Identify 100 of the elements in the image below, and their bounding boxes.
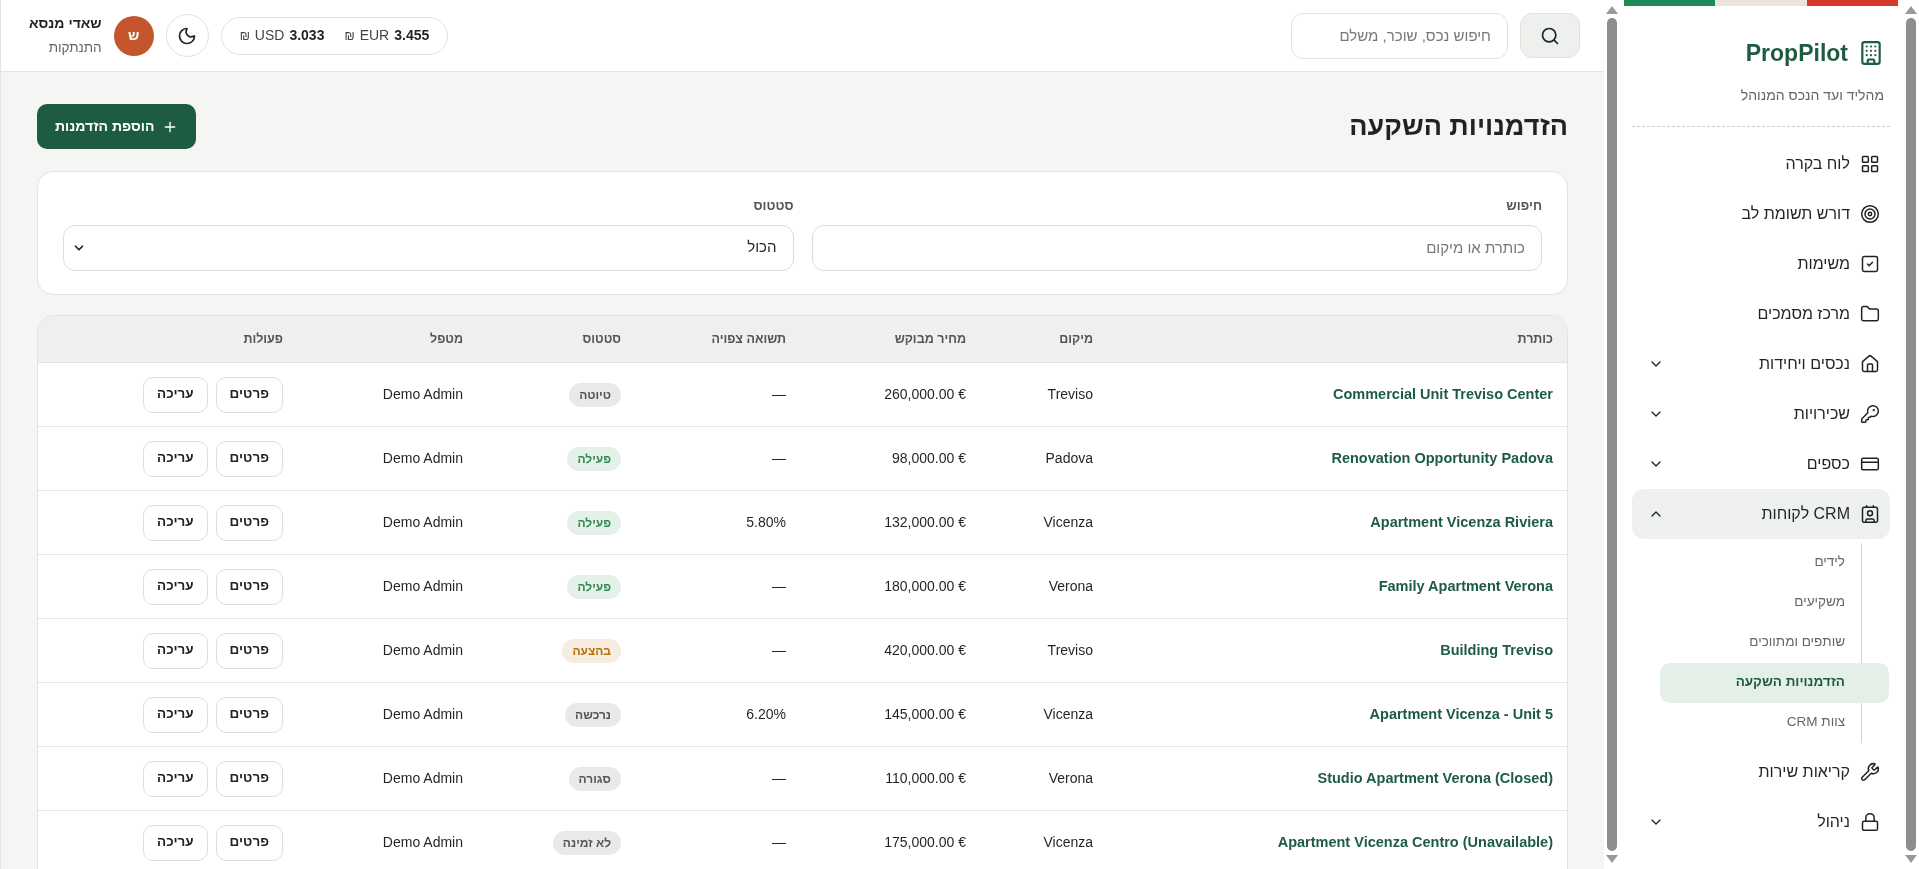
opportunity-link[interactable]: Family Apartment Verona	[1378, 577, 1553, 594]
status-select[interactable]: הכול	[63, 224, 794, 271]
edit-button[interactable]: עריכה	[143, 504, 208, 541]
table-cell: —	[772, 642, 786, 658]
nav-item[interactable]: מרכז מסמכים	[1632, 288, 1890, 339]
status-badge: טיוטה	[569, 382, 621, 407]
nav-item[interactable]: לוח בקרה	[1632, 138, 1890, 189]
nav-item[interactable]: ניהול	[1632, 796, 1890, 847]
edit-button[interactable]: עריכה	[143, 632, 208, 669]
edit-button[interactable]: עריכה	[143, 696, 208, 733]
column-header: מחיר מבוקש	[894, 332, 966, 347]
details-button[interactable]: פרטים	[215, 376, 283, 413]
opportunity-link[interactable]: Commercial Unit Treviso Center	[1333, 385, 1553, 402]
currency-code: USD	[254, 26, 285, 45]
details-button[interactable]: פרטים	[215, 760, 283, 797]
nav-item[interactable]: נכסים ויחידות	[1632, 338, 1890, 389]
field-label: חיפוש	[1505, 197, 1542, 215]
house-icon	[1860, 353, 1880, 374]
opportunity-link[interactable]: Apartment Vicenza - Unit 5	[1369, 705, 1553, 722]
filter-search-field[interactable]: כותרת או מיקום	[811, 224, 1542, 271]
status-badge: סגורה	[568, 766, 621, 791]
table-cell: Padova	[1045, 450, 1093, 466]
table-cell: 98,000.00 €	[892, 450, 966, 466]
opportunity-link[interactable]: Building Treviso	[1440, 641, 1553, 658]
lock-icon	[1860, 811, 1880, 832]
search-field[interactable]: חיפוש נכס, שוכר, משלם	[1291, 12, 1508, 59]
search-icon	[1540, 25, 1560, 46]
details-button[interactable]: פרטים	[215, 440, 283, 477]
table-cell: Demo Admin	[382, 834, 463, 850]
status-badge: לא זמינה	[552, 830, 621, 855]
table-cell: —	[772, 834, 786, 850]
table-cell: 420,000.00 €	[884, 642, 966, 658]
table-cell: Demo Admin	[382, 514, 463, 530]
nav-subitem[interactable]: צוות CRM	[1660, 702, 1889, 743]
user-name: שאדי מנסא	[29, 13, 102, 33]
nav-item[interactable]: דורש תשומת לב	[1632, 188, 1890, 239]
details-button[interactable]: פרטים	[215, 824, 283, 861]
table-cell: 132,000.00 €	[884, 514, 966, 530]
details-button[interactable]: פרטים	[215, 696, 283, 733]
currency-symbol: ₪	[239, 27, 250, 45]
table-cell: —	[772, 770, 786, 786]
table-cell: Vicenza	[1043, 706, 1093, 722]
table-cell: —	[772, 386, 786, 402]
key-icon	[1860, 403, 1880, 424]
table-cell: Vicenza	[1043, 834, 1093, 850]
table-cell: —	[772, 450, 786, 466]
nav-subitem[interactable]: שותפים ומתווכים	[1660, 622, 1889, 663]
rate-value: 3.033	[289, 26, 325, 45]
nav-item[interactable]: כספים	[1632, 438, 1890, 489]
details-button[interactable]: פרטים	[215, 504, 283, 541]
checkbox-icon	[1860, 253, 1880, 274]
table-cell: 260,000.00 €	[884, 386, 966, 402]
nav-item[interactable]: CRM לקוחות	[1632, 488, 1890, 539]
opportunity-link[interactable]: Renovation Opportunity Padova	[1331, 449, 1553, 466]
opportunity-link[interactable]: Apartment Vicenza Riviera	[1370, 513, 1553, 530]
column-header: פעולות	[243, 332, 283, 347]
nav-item[interactable]: קריאות שירות	[1632, 746, 1890, 797]
nav-subitem[interactable]: הזדמנויות השקעה	[1660, 662, 1889, 703]
column-header: סטטוס	[582, 332, 621, 347]
table-cell: Verona	[1048, 770, 1093, 786]
edit-button[interactable]: עריכה	[143, 824, 208, 861]
table-cell: 180,000.00 €	[884, 578, 966, 594]
nav-subitem[interactable]: משקיעים	[1660, 582, 1889, 623]
page-title: הזדמנויות השקעה	[1349, 110, 1568, 144]
field-label: סטטוס	[752, 197, 794, 215]
folder-icon	[1860, 303, 1880, 324]
table-cell: Demo Admin	[382, 770, 463, 786]
building-icon	[1858, 40, 1884, 67]
contact-card-icon	[1860, 503, 1880, 524]
details-button[interactable]: פרטים	[215, 568, 283, 605]
logout-link[interactable]: התנתקות	[48, 37, 102, 59]
edit-button[interactable]: עריכה	[143, 568, 208, 605]
edit-button[interactable]: עריכה	[143, 760, 208, 797]
table-cell: 110,000.00 €	[885, 770, 966, 786]
column-header: מיקום	[1059, 332, 1093, 347]
edit-button[interactable]: עריכה	[143, 440, 208, 477]
details-button[interactable]: פרטים	[215, 632, 283, 669]
nav-item[interactable]: משימות	[1632, 238, 1890, 289]
table-cell: Demo Admin	[382, 386, 463, 402]
edit-button[interactable]: עריכה	[143, 376, 208, 413]
opportunity-link[interactable]: Studio Apartment Verona (Closed)	[1317, 769, 1553, 786]
add-opportunity-button[interactable]: הוספת הזדמנות	[37, 104, 197, 149]
table-cell: Demo Admin	[382, 578, 463, 594]
currency-code: EUR	[359, 26, 390, 45]
status-badge: פעילה	[567, 446, 621, 471]
target-icon	[1860, 203, 1880, 224]
opportunity-link[interactable]: Apartment Vicenza Centro (Unavailable)	[1277, 833, 1553, 850]
table-cell: —	[772, 578, 786, 594]
table-cell: Vicenza	[1043, 514, 1093, 530]
brand-tagline: מהליד ועד הנכס המנוהל	[1739, 85, 1884, 105]
table-cell: Demo Admin	[382, 642, 463, 658]
nav-item[interactable]: שכירויות	[1632, 388, 1890, 439]
brand-name: PropPilot	[1745, 39, 1848, 68]
grid-icon	[1860, 153, 1880, 174]
column-header: כותרת	[1517, 332, 1553, 347]
user-avatar[interactable]: ש	[113, 15, 154, 56]
nav-subitem[interactable]: לידים	[1660, 542, 1889, 583]
status-badge: נרכשה	[565, 702, 621, 727]
search-button[interactable]	[1520, 13, 1580, 58]
wrench-icon	[1860, 761, 1880, 782]
